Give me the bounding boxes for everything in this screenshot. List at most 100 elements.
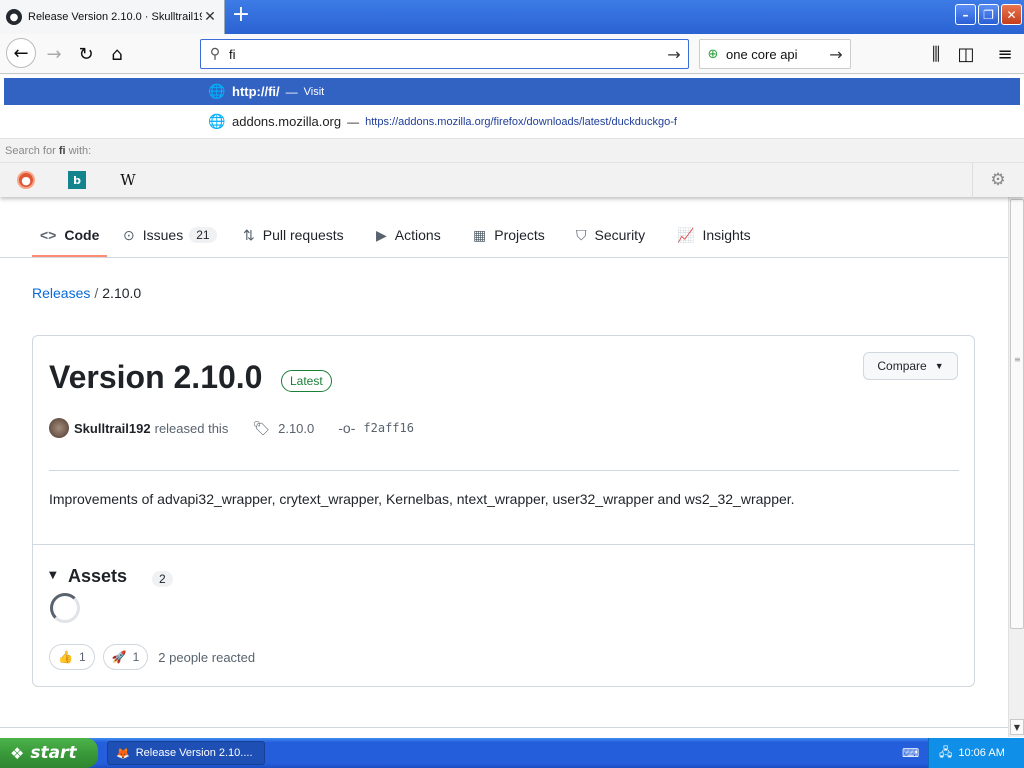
maximize-button[interactable]: ❐ bbox=[978, 4, 999, 25]
reaction-count: 1 bbox=[78, 650, 86, 664]
tab-title: Release Version 2.10.0 · Skulltrail19 bbox=[28, 11, 202, 23]
duckduckgo-icon[interactable]: ● bbox=[17, 171, 35, 189]
vertical-scrollbar[interactable]: ≡ ▼ bbox=[1008, 197, 1024, 737]
browser-tab[interactable]: ● Release Version 2.10.0 · Skulltrail19 … bbox=[0, 0, 225, 34]
tab-label: Pull requests bbox=[262, 227, 344, 243]
release-meta: Skulltrail192 released this 🏷 2.10.0 -o-… bbox=[49, 416, 414, 440]
library-button[interactable]: ⫼ bbox=[922, 40, 950, 68]
sidebar-icon: ◫ bbox=[957, 43, 975, 65]
tab-code[interactable]: <> Code bbox=[40, 224, 99, 246]
suggestion-visit[interactable]: 🌐 http://fi/ — Visit bbox=[4, 78, 1020, 105]
forward-button[interactable]: → bbox=[40, 40, 68, 68]
thumbs-up-icon: 👍 bbox=[58, 650, 73, 664]
breadcrumb: Releases/2.10.0 bbox=[32, 285, 141, 301]
issues-count-badge: 21 bbox=[189, 227, 217, 243]
divider bbox=[33, 544, 974, 545]
one-off-search-engines: ● b W ⚙ bbox=[0, 162, 1024, 198]
minimize-button[interactable]: – bbox=[955, 4, 976, 25]
close-window-button[interactable]: ✕ bbox=[1001, 4, 1022, 25]
tab-issues[interactable]: ⊙ Issues 21 bbox=[123, 224, 217, 246]
search-input[interactable]: one core api bbox=[726, 47, 822, 62]
tab-label: Security bbox=[594, 227, 646, 243]
divider bbox=[0, 727, 1008, 728]
release-card: Version 2.10.0 Latest Compare ▼ Skulltra… bbox=[32, 335, 975, 687]
sidebar-button[interactable]: ◫ bbox=[952, 40, 980, 68]
back-arrow-icon: ← bbox=[13, 42, 29, 64]
suggestion-main: addons.mozilla.org bbox=[232, 114, 342, 129]
release-title[interactable]: Version 2.10.0 bbox=[49, 359, 262, 396]
tab-label: Code bbox=[64, 227, 100, 243]
pull-request-icon: ⇅ bbox=[243, 226, 255, 243]
bing-icon[interactable]: b bbox=[68, 171, 86, 189]
start-label: start bbox=[30, 743, 77, 763]
gear-icon[interactable]: ⚙ bbox=[988, 170, 1008, 190]
tag-link[interactable]: 2.10.0 bbox=[278, 421, 314, 436]
scrollbar-thumb[interactable]: ≡ bbox=[1010, 199, 1024, 629]
author-link[interactable]: Skulltrail192 bbox=[74, 421, 151, 436]
search-go-icon[interactable]: → bbox=[822, 45, 850, 64]
tab-pull-requests[interactable]: ⇅ Pull requests bbox=[243, 224, 344, 246]
home-button[interactable]: ⌂ bbox=[103, 40, 131, 68]
clock: 10:06 AM bbox=[958, 747, 1005, 759]
system-tray: 🖧 10:06 AM bbox=[928, 738, 1024, 768]
hamburger-icon: ≡ bbox=[997, 43, 1013, 65]
breadcrumb-releases-link[interactable]: Releases bbox=[32, 285, 90, 301]
globe-icon: 🌐 bbox=[208, 83, 226, 99]
chevron-down-icon: ▼ bbox=[934, 361, 944, 371]
commit-link[interactable]: f2aff16 bbox=[363, 421, 414, 435]
search-engine-icon[interactable]: ⊕ bbox=[700, 47, 726, 62]
go-arrow-icon[interactable]: → bbox=[660, 45, 688, 64]
reaction-thumbs-up-button[interactable]: 👍 1 bbox=[49, 644, 95, 670]
new-tab-button[interactable]: + bbox=[229, 4, 253, 28]
tab-insights[interactable]: 📈 Insights bbox=[677, 224, 751, 246]
tab-label: Insights bbox=[702, 227, 751, 243]
divider bbox=[972, 163, 973, 198]
reload-button[interactable]: ↻ bbox=[72, 40, 100, 68]
network-icon[interactable]: 🖧 bbox=[939, 743, 952, 764]
play-icon: ▶ bbox=[376, 226, 387, 243]
tab-strip: ● Release Version 2.10.0 · Skulltrail19 … bbox=[0, 0, 1024, 34]
menu-button[interactable]: ≡ bbox=[991, 40, 1019, 68]
reaction-count: 1 bbox=[132, 650, 140, 664]
back-button[interactable]: ← bbox=[6, 38, 36, 68]
page-content: <> Code ⊙ Issues 21 ⇅ Pull requests ▶ Ac… bbox=[0, 197, 1008, 737]
tag-icon: 🏷 bbox=[252, 419, 271, 436]
reaction-rocket-button[interactable]: 🚀 1 bbox=[102, 644, 149, 670]
taskbar-item-firefox[interactable]: 🦊 Release Version 2.10.... bbox=[107, 741, 265, 765]
start-button[interactable]: ❖ start bbox=[0, 738, 98, 768]
wikipedia-icon[interactable]: W bbox=[119, 171, 137, 189]
url-bar[interactable]: ⚲ fi → bbox=[200, 39, 689, 69]
latest-badge: Latest bbox=[281, 370, 332, 392]
library-icon: ⫼ bbox=[931, 43, 941, 65]
search-for-term: fi bbox=[58, 145, 66, 157]
url-input[interactable]: fi bbox=[229, 47, 660, 62]
search-for-suffix: with: bbox=[65, 145, 92, 157]
suggestion-action: Visit bbox=[303, 85, 325, 98]
avatar[interactable] bbox=[49, 418, 69, 438]
tab-label: Issues bbox=[142, 227, 184, 243]
scroll-down-arrow-icon[interactable]: ▼ bbox=[1010, 719, 1024, 735]
suggestion-url: https://addons.mozilla.org/firefox/downl… bbox=[365, 115, 677, 128]
github-favicon-icon: ● bbox=[6, 9, 22, 25]
assets-count-badge: 2 bbox=[152, 571, 173, 587]
issue-icon: ⊙ bbox=[123, 226, 135, 243]
code-icon: <> bbox=[40, 227, 57, 243]
tab-projects[interactable]: ▦ Projects bbox=[473, 224, 545, 246]
tab-security[interactable]: ⛉ Security bbox=[576, 224, 645, 246]
home-icon: ⌂ bbox=[111, 43, 123, 65]
globe-icon: 🌐 bbox=[208, 113, 226, 129]
divider bbox=[49, 470, 959, 471]
suggestion-sep: — bbox=[347, 114, 360, 129]
url-suggestions-dropdown: 🌐 http://fi/ — Visit 🌐 addons.mozilla.or… bbox=[0, 75, 1024, 198]
assets-title[interactable]: Assets bbox=[68, 566, 127, 587]
triangle-down-icon[interactable]: ▼ bbox=[49, 570, 57, 581]
breadcrumb-separator: / bbox=[94, 285, 99, 301]
compare-button[interactable]: Compare ▼ bbox=[863, 352, 958, 380]
tab-actions[interactable]: ▶ Actions bbox=[376, 224, 441, 246]
suggestion-history[interactable]: 🌐 addons.mozilla.org — https://addons.mo… bbox=[4, 108, 1020, 135]
tab-close-icon[interactable]: ✕ bbox=[202, 9, 218, 25]
keyboard-icon[interactable]: ⌨ bbox=[902, 746, 919, 760]
search-bar[interactable]: ⊕ one core api → bbox=[699, 39, 851, 69]
search-for-label: Search for fi with: bbox=[0, 138, 1024, 162]
active-tab-underline bbox=[32, 255, 107, 257]
